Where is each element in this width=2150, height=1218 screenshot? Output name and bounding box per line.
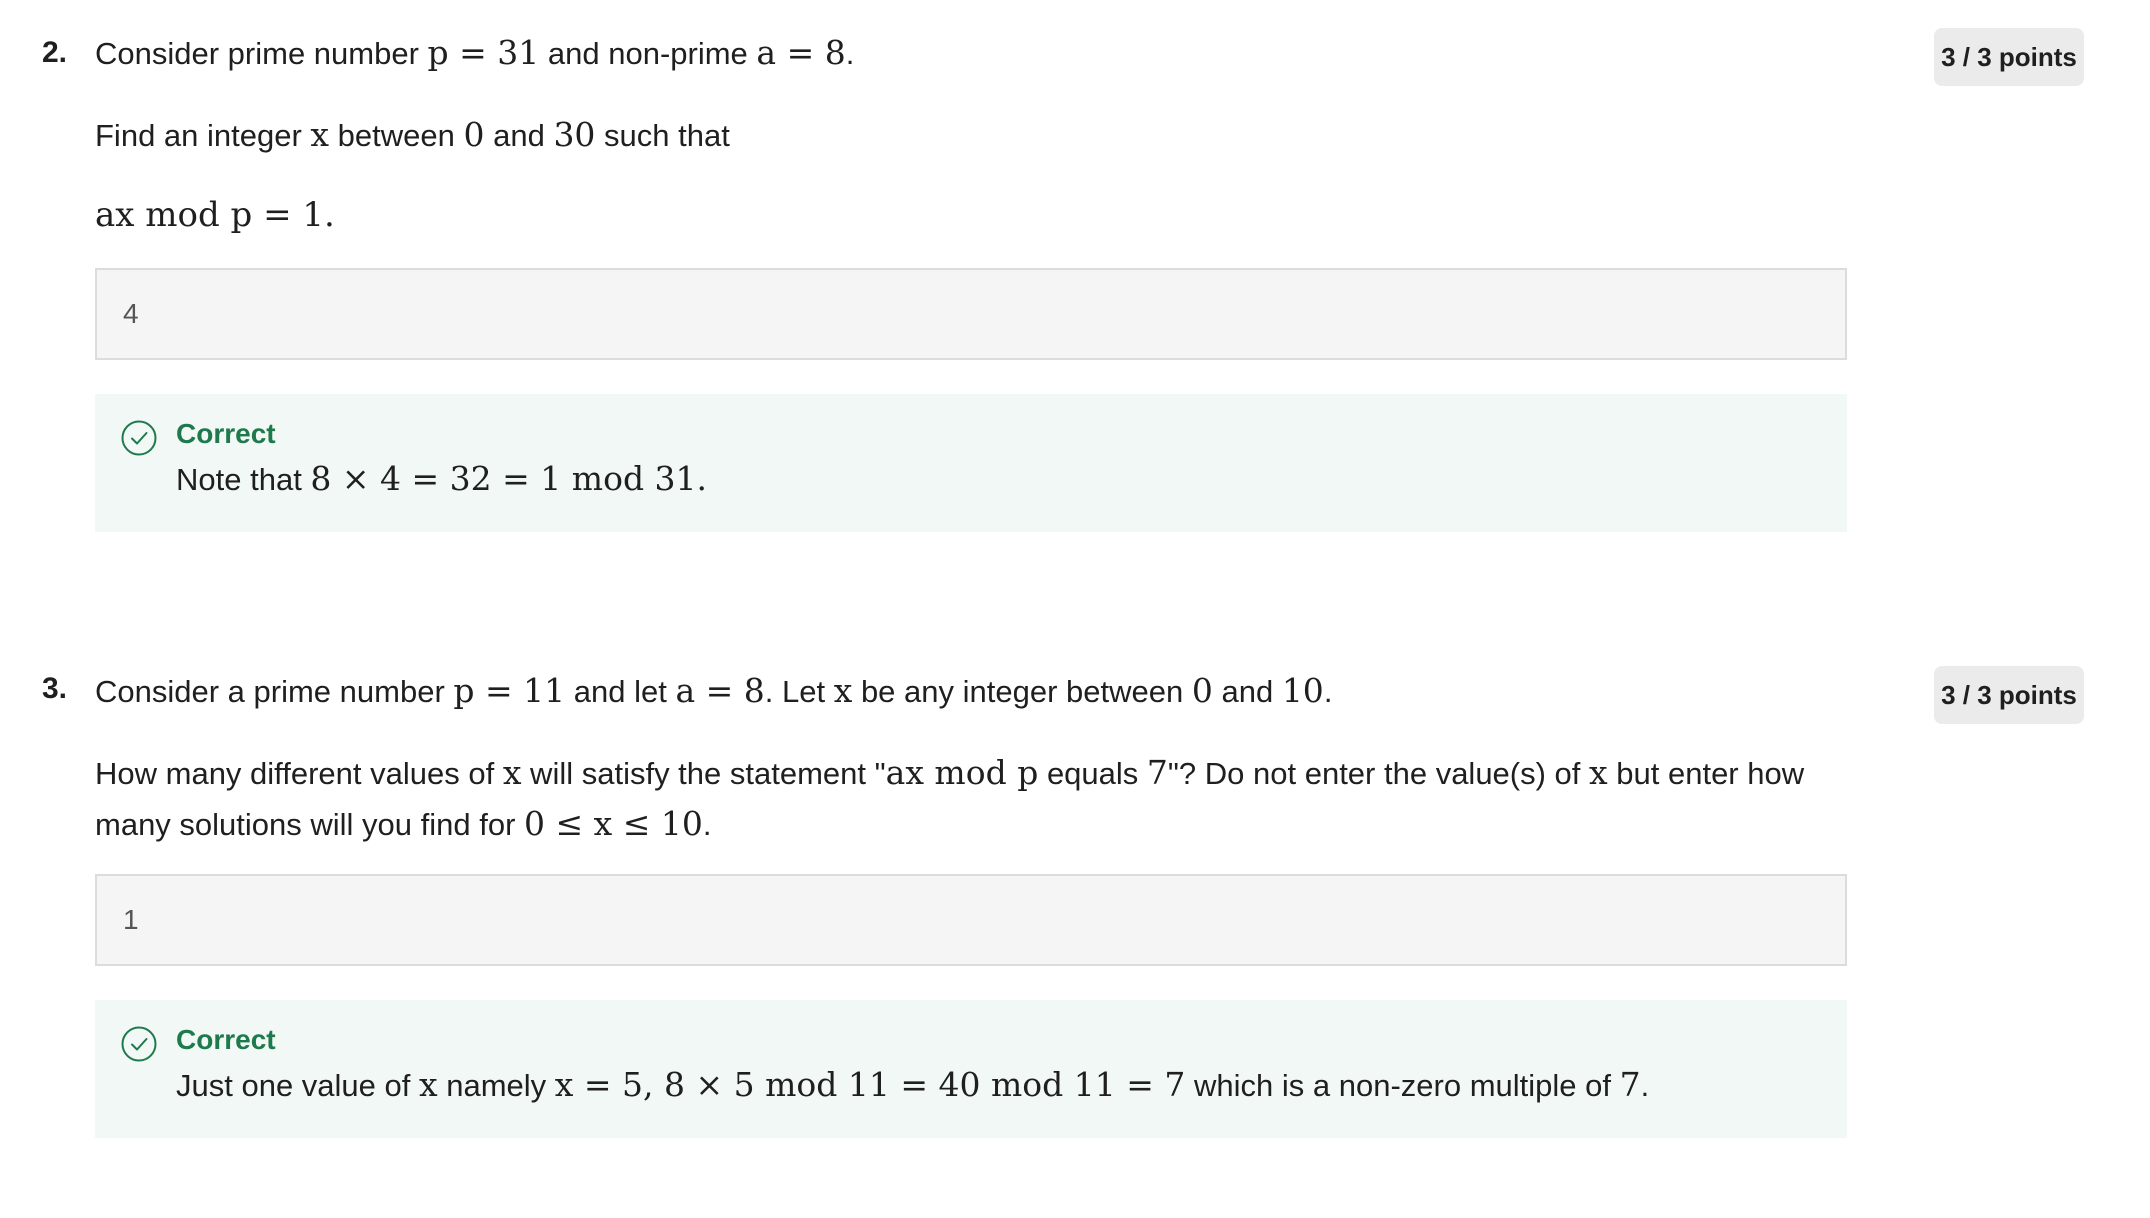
math-inline: x — [833, 671, 853, 710]
check-circle-icon — [121, 1026, 157, 1062]
points-badge: 3 / 3 points — [1934, 28, 2084, 86]
points-badge: 3 / 3 points — [1934, 666, 2084, 724]
math-inline: 0 — [463, 115, 485, 154]
feedback-status: Correct — [176, 1024, 276, 1055]
math-inline: ax mod p — [885, 753, 1039, 792]
answer-input[interactable]: 4 — [95, 268, 1847, 360]
question-number: 2. — [42, 36, 68, 69]
math-inline: x — [419, 1065, 438, 1104]
math-inline: x — [310, 115, 330, 154]
question-equation: ax mod p = 1. — [95, 195, 335, 235]
question-intro: Consider prime number p = 31 and non-pri… — [95, 33, 855, 72]
math-inline: p = 11 — [453, 671, 566, 710]
feedback-panel: Correct Just one value of x namely x = 5… — [95, 1000, 1847, 1138]
math-inline: a = 8 — [675, 671, 765, 710]
question-prompt: Find an integer x between 0 and 30 such … — [95, 115, 730, 154]
question-number: 3. — [42, 672, 68, 705]
math-inline: x — [1589, 753, 1608, 792]
answer-input[interactable]: 1 — [95, 874, 1847, 966]
question-text: Consider a prime number p = 11 and let a… — [95, 666, 1845, 717]
math-inline: 10 — [1281, 671, 1324, 710]
feedback-text: Just one value of x namely x = 5, 8 × 5 … — [176, 1065, 1650, 1104]
question-intro: Consider a prime number p = 11 and let a… — [95, 671, 1333, 710]
math-inline: 0 ≤ x ≤ 10 — [524, 804, 703, 843]
feedback-panel: Correct Note that 8 × 4 = 32 = 1 mod 31. — [95, 394, 1847, 532]
math-inline: a = 8 — [756, 33, 846, 72]
math-inline: 30 — [553, 115, 596, 154]
math-inline: 7 — [1619, 1065, 1641, 1104]
math-inline: x — [502, 753, 522, 792]
math-inline: 8 × 4 = 32 = 1 mod 31. — [310, 459, 708, 498]
math-inline: 0 — [1191, 671, 1213, 710]
feedback-status: Correct — [176, 418, 276, 449]
check-circle-icon — [121, 420, 157, 456]
question-text: Consider prime number p = 31 and non-pri… — [95, 28, 1845, 79]
math-inline: p = 31 — [427, 33, 540, 72]
feedback-text: Note that 8 × 4 = 32 = 1 mod 31. — [176, 459, 708, 498]
question-prompt: How many different values of x will sati… — [95, 753, 1805, 843]
math-inline: 7 — [1146, 753, 1168, 792]
math-inline: x = 5, 8 × 5 mod 11 = 40 mod 11 = 7 — [554, 1065, 1186, 1104]
